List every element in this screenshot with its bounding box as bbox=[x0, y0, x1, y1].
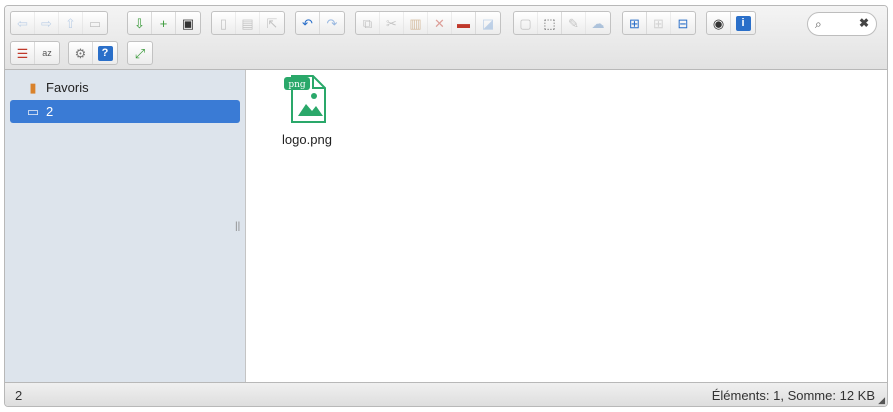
rename-icon: ▢ bbox=[519, 15, 532, 31]
sidebar-item-label: 2 bbox=[46, 104, 54, 119]
duplicate-icon: ◪ bbox=[481, 15, 495, 31]
search-icon[interactable]: ⌕ bbox=[815, 17, 822, 32]
forward-button[interactable]: ⇨ bbox=[35, 12, 59, 34]
select-button[interactable]: ⇱ bbox=[260, 12, 284, 34]
az-icon: az bbox=[42, 47, 52, 58]
redo-icon: ↷ bbox=[326, 15, 338, 31]
preview-icon: ◉ bbox=[712, 15, 725, 31]
network-button[interactable]: ☁ bbox=[586, 12, 610, 34]
file-manager: ⇦ ⇨ ⇧ ▭ ⇩ + ▣ ▯ ▤ ⇱ ↶ ↷ ⧉ ✂ ▥ ✕ ▬ ◪ ▢ ⬚ ✎ ☁ ⊞ ⊞ ⊟ ◉ i ☰ az ⚙? ⤢ ⌕ ✖ ▮ … bbox=[4, 5, 888, 407]
file-name: logo.png bbox=[282, 132, 332, 147]
help-icon: ? bbox=[97, 45, 113, 61]
status-summary: Éléments: 1, Somme: 12 KB bbox=[711, 388, 875, 403]
download-button[interactable]: ▤ bbox=[236, 12, 260, 34]
new-folder-button[interactable]: ⇩ bbox=[128, 12, 152, 34]
toolbar-group: ⇦ ⇨ ⇧ ▭ bbox=[10, 11, 108, 35]
statusbar: 2 Éléments: 1, Somme: 12 KB ◢ bbox=[5, 382, 887, 406]
select-all-button[interactable]: ⬚ bbox=[538, 12, 562, 34]
rename-button[interactable]: ▢ bbox=[514, 12, 538, 34]
delete-button[interactable]: ✕ bbox=[428, 12, 452, 34]
new-file-button[interactable]: + bbox=[152, 12, 176, 34]
sidebar-item-drive[interactable]: ▭ 2 bbox=[10, 100, 240, 123]
file-area: png logo.png bbox=[246, 70, 887, 382]
settings-icon: ⚙ bbox=[74, 45, 87, 61]
status-path: 2 bbox=[15, 388, 23, 403]
details-view-button[interactable]: ⊟ bbox=[671, 12, 695, 34]
toolbar-group: ☰ az bbox=[10, 41, 60, 65]
toolbar-group: ◉ i bbox=[706, 11, 756, 35]
download-icon: ▤ bbox=[241, 15, 254, 31]
toolbar-group: ⤢ bbox=[127, 41, 153, 65]
reload-icon: ▭ bbox=[88, 15, 102, 31]
save-icon: ▣ bbox=[181, 15, 195, 31]
undo-button[interactable]: ↶ bbox=[296, 12, 320, 34]
toolbar-group: ↶ ↷ bbox=[295, 11, 345, 35]
new-file-icon: + bbox=[159, 15, 168, 31]
new-folder-icon: ⇩ bbox=[134, 15, 145, 31]
toolbar-group: ▢ ⬚ ✎ ☁ bbox=[513, 11, 611, 35]
redo-button[interactable]: ↷ bbox=[320, 12, 344, 34]
back-button[interactable]: ⇦ bbox=[11, 12, 35, 34]
details-view-icon: ⊟ bbox=[677, 15, 689, 31]
fullscreen-icon: ⤢ bbox=[134, 45, 146, 61]
svg-text:png: png bbox=[288, 80, 306, 90]
toolbar-group: ⊞ ⊞ ⊟ bbox=[622, 11, 696, 35]
up-button[interactable]: ⇧ bbox=[59, 12, 83, 34]
icons-view-icon: ⊞ bbox=[629, 15, 640, 31]
drive-icon: ▭ bbox=[26, 103, 40, 119]
copy-button[interactable]: ⧉ bbox=[356, 12, 380, 34]
reload-button[interactable]: ▭ bbox=[83, 12, 107, 34]
toolbar-group: ▯ ▤ ⇱ bbox=[211, 11, 285, 35]
duplicate-button[interactable]: ◪ bbox=[476, 12, 500, 34]
sidebar-item-favorites[interactable]: ▮ Favoris bbox=[10, 76, 240, 99]
search-box[interactable]: ⌕ ✖ bbox=[807, 12, 877, 36]
clear-search-icon[interactable]: ✖ bbox=[859, 16, 869, 30]
paste-button[interactable]: ▥ bbox=[404, 12, 428, 34]
icons-view-button[interactable]: ⊞ bbox=[623, 12, 647, 34]
forward-icon: ⇨ bbox=[41, 15, 52, 31]
network-icon: ☁ bbox=[591, 15, 605, 31]
save-button[interactable]: ▣ bbox=[176, 12, 200, 34]
open-button[interactable]: ▯ bbox=[212, 12, 236, 34]
paste-icon: ▥ bbox=[409, 15, 422, 31]
undo-icon: ↶ bbox=[302, 15, 313, 31]
list-view-button[interactable]: ⊞ bbox=[647, 12, 671, 34]
settings-button[interactable]: ⚙ bbox=[69, 42, 93, 64]
cut-icon: ✂ bbox=[386, 15, 397, 31]
empty-icon: ▬ bbox=[457, 15, 470, 31]
favorites-icon: ▮ bbox=[29, 79, 37, 95]
sort-icon: ☰ bbox=[16, 45, 29, 61]
open-icon: ▯ bbox=[219, 15, 228, 31]
preview-button[interactable]: ◉ bbox=[707, 12, 731, 34]
delete-icon: ✕ bbox=[434, 15, 445, 31]
toolbar: ⇦ ⇨ ⇧ ▭ ⇩ + ▣ ▯ ▤ ⇱ ↶ ↷ ⧉ ✂ ▥ ✕ ▬ ◪ ▢ ⬚ ✎ ☁ ⊞ ⊞ ⊟ ◉ i ☰ az ⚙? ⤢ bbox=[5, 6, 887, 70]
back-icon: ⇦ bbox=[17, 15, 28, 31]
resize-grip-icon[interactable]: ◢ bbox=[878, 395, 885, 406]
toolbar-group: ⇩ + ▣ bbox=[127, 11, 201, 35]
info-button[interactable]: i bbox=[731, 12, 755, 34]
edit-button[interactable]: ✎ bbox=[562, 12, 586, 34]
copy-icon: ⧉ bbox=[362, 15, 373, 31]
toolbar-group: ⧉ ✂ ▥ ✕ ▬ ◪ bbox=[355, 11, 501, 35]
az-button[interactable]: az bbox=[35, 42, 59, 64]
edit-icon: ✎ bbox=[568, 15, 579, 31]
fullscreen-button[interactable]: ⤢ bbox=[128, 42, 152, 64]
toolbar-group: ⚙? bbox=[68, 41, 118, 65]
info-icon: i bbox=[735, 15, 751, 31]
up-icon: ⇧ bbox=[65, 15, 76, 31]
image-file-icon: png bbox=[284, 75, 326, 123]
sort-button[interactable]: ☰ bbox=[11, 42, 35, 64]
cut-button[interactable]: ✂ bbox=[380, 12, 404, 34]
help-button[interactable]: ? bbox=[93, 42, 117, 64]
sidebar: ▮ Favoris ▭ 2 || bbox=[5, 70, 246, 382]
sidebar-item-label: Favoris bbox=[46, 80, 89, 95]
file-item[interactable]: png logo.png bbox=[274, 74, 340, 147]
select-icon: ⇱ bbox=[266, 15, 278, 31]
resize-handle[interactable]: || bbox=[235, 221, 240, 232]
list-view-icon: ⊞ bbox=[653, 15, 664, 31]
empty-button[interactable]: ▬ bbox=[452, 12, 476, 34]
select-all-icon: ⬚ bbox=[543, 15, 556, 31]
